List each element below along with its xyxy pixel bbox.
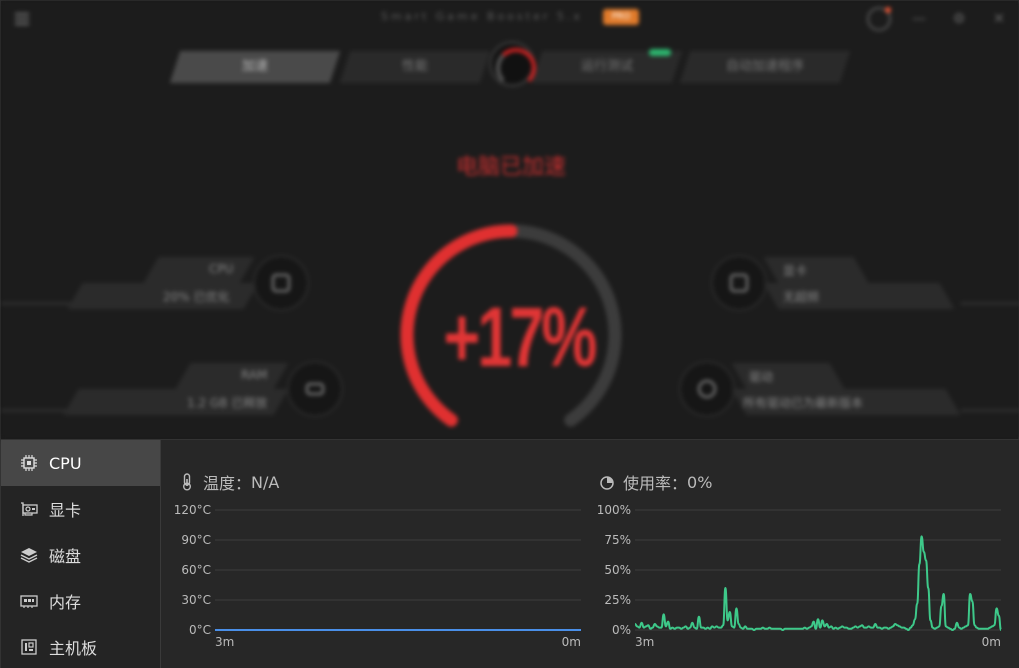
boost-status: 电脑已加速 (455, 155, 566, 180)
cpu-plate (143, 257, 255, 283)
sidebar-item-label: 显卡 (49, 501, 82, 520)
motherboard-icon (20, 638, 38, 656)
usage-label: 使用率： (623, 474, 688, 493)
app-title: Smart Game Booster 5.x (381, 10, 583, 23)
boost-overview: Smart Game Booster 5.x PRO — ⚙ ✕ 加速 性能 运… (1, 1, 1019, 439)
temperature-label: 温度： (203, 474, 252, 493)
usage-chart: 100% 75% 50% 25% 0% 3m 0m (591, 502, 1011, 652)
sidebar-item-label: 内存 (49, 593, 82, 612)
sidebar-item-disk[interactable]: 磁盘 (1, 532, 160, 578)
sidebar-item-gpu[interactable]: 显卡 (1, 486, 160, 532)
temperature-value: N/A (251, 472, 280, 492)
y-tick-label: 120°C (174, 503, 211, 517)
y-tick-label: 50% (604, 563, 631, 577)
memory-icon (20, 592, 38, 610)
y-tick-label: 0% (612, 623, 631, 637)
cpu-info-detail: 20% 已优化 (163, 290, 230, 304)
title-bar: Smart Game Booster 5.x PRO — ⚙ ✕ (1, 1, 1019, 37)
driver-info-title: 驱动 (749, 370, 774, 384)
settings-button[interactable]: ⚙ (949, 9, 969, 29)
boost-percent: +17% (443, 290, 598, 384)
y-tick-label: 75% (604, 533, 631, 547)
ram-info-detail: 1.2 GB 已释放 (187, 396, 268, 410)
ram-circle-icon (287, 361, 343, 417)
temperature-chart-svg: 120°C 90°C 60°C 30°C 0°C 3m 0m (174, 503, 581, 649)
usage-chart-svg: 100% 75% 50% 25% 0% 3m 0m (597, 503, 1002, 649)
sidebar-item-memory[interactable]: 内存 (1, 578, 160, 624)
tab-performance[interactable]: 性能 (339, 51, 491, 83)
gpu-info-detail: 无超频 (783, 290, 820, 304)
new-badge (649, 49, 671, 56)
gpu-circle-icon (711, 255, 767, 311)
sidebar-item-label: CPU (49, 453, 82, 473)
series-line (634, 535, 1002, 632)
sidebar-item-label: 主机板 (49, 639, 98, 658)
cpu-info-title: CPU (209, 262, 234, 276)
graphics-card-icon (20, 500, 38, 518)
divider (1, 409, 67, 412)
divider (961, 409, 1019, 412)
hardware-monitor-panel: CPU 显卡 磁盘 内存 主机板 温度： N/A 使用率： 0% 120°C 9… (1, 439, 1019, 668)
gpu-plate (763, 257, 869, 283)
temperature-chart: 120°C 90°C 60°C 30°C 0°C 3m 0m (171, 502, 591, 652)
usage-header: 使用率： 0% (599, 470, 712, 494)
app-window: Smart Game Booster 5.x PRO — ⚙ ✕ 加速 性能 运… (0, 0, 1019, 668)
minimize-button[interactable]: — (909, 9, 929, 29)
x-tick-label: 3m (635, 635, 654, 649)
ram-plate (175, 363, 289, 389)
disk-layers-icon (20, 546, 38, 564)
menu-icon[interactable] (15, 13, 29, 25)
y-tick-label: 90°C (181, 533, 211, 547)
tab-auto-boost[interactable]: 自动加速程序 (679, 51, 851, 83)
cpu-circle-icon (253, 255, 309, 311)
gpu-info-title: 显卡 (783, 264, 808, 278)
usage-value: 0% (687, 472, 713, 492)
driver-info-detail: 所有驱动已为最新版本 (743, 396, 864, 410)
y-tick-label: 25% (604, 593, 631, 607)
sidebar-item-label: 磁盘 (49, 547, 82, 566)
pro-badge: PRO (603, 9, 639, 25)
y-tick-label: 0°C (189, 623, 211, 637)
speedometer-icon[interactable] (489, 41, 536, 88)
y-tick-label: 100% (597, 503, 631, 517)
sidebar-item-motherboard[interactable]: 主机板 (1, 624, 160, 668)
y-tick-label: 30°C (181, 593, 211, 607)
divider (1, 302, 71, 305)
sidebar-item-cpu[interactable]: CPU (1, 440, 160, 486)
temperature-header: 温度： N/A (179, 470, 279, 494)
divider (961, 302, 1019, 305)
x-tick-label: 0m (982, 635, 1001, 649)
x-tick-label: 0m (562, 635, 581, 649)
feedback-icon[interactable] (867, 7, 891, 31)
x-tick-label: 3m (215, 635, 234, 649)
ram-info-title: RAM (241, 368, 268, 382)
y-tick-label: 60°C (181, 563, 211, 577)
cpu-chip-icon (20, 454, 38, 472)
tab-boost[interactable]: 加速 (169, 51, 341, 83)
thermometer-icon (179, 473, 195, 491)
driver-gauge-icon (679, 361, 735, 417)
pie-chart-icon (599, 473, 615, 491)
close-button[interactable]: ✕ (989, 9, 1009, 29)
hardware-sidebar: CPU 显卡 磁盘 内存 主机板 (1, 440, 161, 668)
